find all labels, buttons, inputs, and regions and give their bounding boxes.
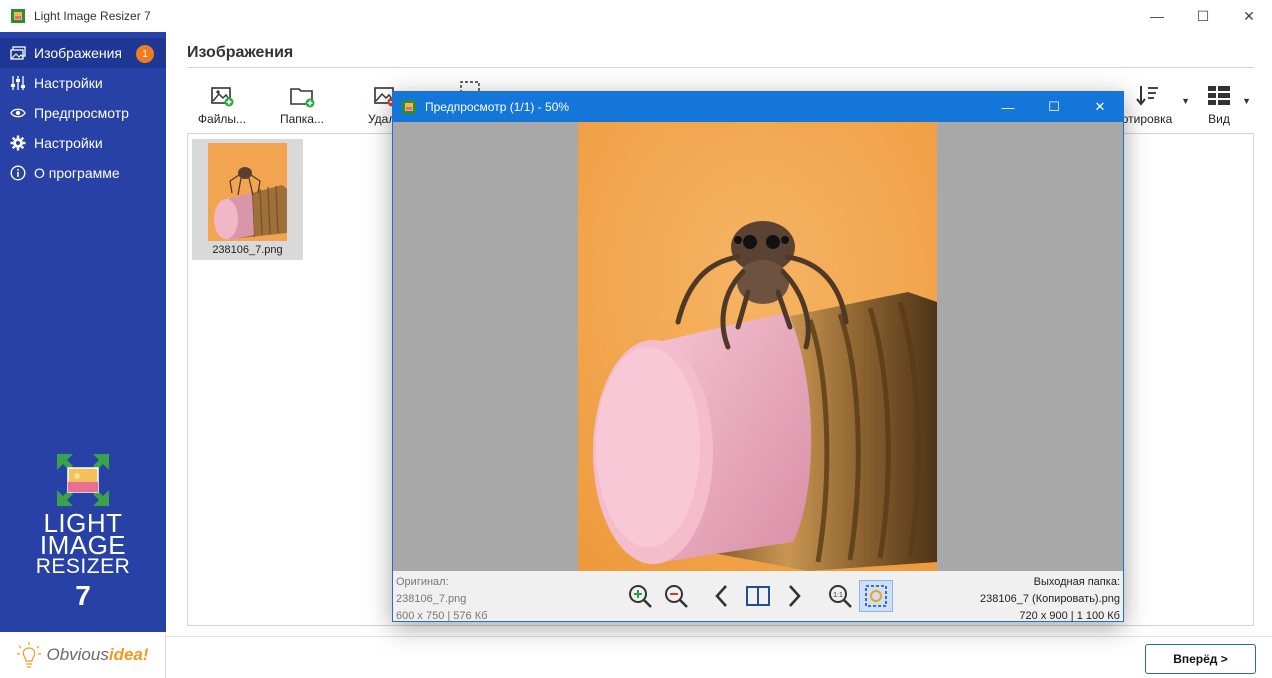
svg-text:1:1: 1:1: [833, 592, 843, 599]
original-info: Оригинал: 238106_7.png 600 x 750 | 576 К…: [396, 574, 487, 625]
next-image-button[interactable]: [777, 580, 811, 612]
logo-line-2: IMAGE: [39, 530, 127, 560]
chevron-down-icon[interactable]: ▼: [1181, 96, 1190, 106]
sidebar-item-settings[interactable]: Настройки: [0, 68, 166, 98]
add-files-button[interactable]: Файлы...: [187, 80, 257, 126]
zoom-out-button[interactable]: [659, 580, 693, 612]
info-icon: [9, 165, 26, 182]
chevron-down-icon[interactable]: ▼: [1242, 96, 1251, 106]
sidebar-item-label: Предпросмотр: [34, 105, 129, 121]
add-folder-button[interactable]: Папка...: [267, 80, 337, 126]
toolbar-label: Папка...: [280, 112, 324, 126]
thumbnail-image: [208, 143, 287, 241]
sidebar-item-preview[interactable]: Предпросмотр: [0, 98, 166, 128]
compare-view-button[interactable]: [741, 580, 775, 612]
sidebar-item-label: Настройки: [34, 75, 103, 91]
preview-titlebar: Предпросмотр (1/1) - 50% — ☐ ✕: [393, 92, 1123, 122]
previous-image-button[interactable]: [705, 580, 739, 612]
output-info: Выходная папка: 238106_7 (Копировать).pn…: [980, 574, 1120, 625]
preview-dialog: Предпросмотр (1/1) - 50% — ☐ ✕ Оригинал:…: [392, 91, 1124, 622]
original-dimensions: 600 x 750 | 576 Кб: [396, 610, 488, 622]
sidebar: Изображения 1 Настройки Предпросмотр Нас…: [0, 32, 166, 678]
original-filename: 238106_7.png: [396, 593, 467, 605]
preview-image: [578, 122, 937, 571]
chevron-left-icon: [715, 585, 727, 607]
view-list-icon: [1208, 86, 1230, 105]
fit-to-window-button[interactable]: [859, 580, 893, 612]
lightbulb-icon: [17, 642, 42, 668]
product-logo: LIGHT IMAGE RESIZER 7: [0, 452, 166, 612]
images-count-badge: 1: [136, 45, 154, 63]
brand-prefix: Obvious: [46, 645, 109, 664]
zoom-in-icon: [629, 585, 652, 608]
add-folder-icon: [290, 88, 315, 108]
preview-canvas[interactable]: [393, 122, 1123, 571]
sidebar-item-images[interactable]: Изображения 1: [0, 38, 166, 68]
toolbar-label: ртировка: [1121, 112, 1173, 126]
actual-size-button[interactable]: 1:1: [823, 580, 857, 612]
add-image-icon: [211, 87, 234, 107]
output-filename: 238106_7 (Копировать).png: [980, 593, 1120, 605]
obviousidea-brand[interactable]: Obviousidea!: [0, 632, 166, 678]
image-thumbnail[interactable]: 238106_7.png: [192, 139, 303, 260]
preview-footer: Оригинал: 238106_7.png 600 x 750 | 576 К…: [393, 571, 1123, 622]
sidebar-item-preferences[interactable]: Настройки: [0, 128, 166, 158]
window-controls: — ☐ ✕: [1134, 0, 1272, 32]
fit-window-icon: [865, 585, 887, 607]
output-dimensions: 720 x 900 | 1 100 Кб: [1019, 610, 1120, 622]
output-label: Выходная папка:: [1033, 576, 1120, 588]
preview-title: Предпросмотр (1/1) - 50%: [425, 100, 570, 114]
resize-logo-icon: [55, 452, 111, 508]
bottom-bar: Вперёд >: [166, 636, 1272, 678]
sidebar-item-label: Изображения: [34, 45, 122, 61]
preview-minimize-button[interactable]: —: [985, 92, 1031, 122]
sidebar-item-label: Настройки: [34, 135, 103, 151]
view-button[interactable]: Вид ▼: [1199, 80, 1251, 126]
preview-tools: 1:1: [623, 579, 895, 613]
images-icon: [9, 45, 26, 62]
zoom-out-icon: [665, 585, 688, 608]
original-label: Оригинал:: [396, 576, 449, 588]
window-title: Light Image Resizer 7: [34, 9, 151, 23]
preview-window-controls: — ☐ ✕: [985, 92, 1123, 122]
thumbnail-filename: 238106_7.png: [212, 244, 283, 256]
app-icon: [402, 100, 416, 114]
toolbar-label: Файлы...: [197, 112, 247, 126]
zoom-actual-size-icon: 1:1: [829, 585, 852, 608]
sidebar-item-about[interactable]: О программе: [0, 158, 166, 188]
zoom-in-button[interactable]: [623, 580, 657, 612]
forward-button[interactable]: Вперёд >: [1145, 644, 1256, 674]
brand-text: Obviousidea!: [46, 645, 148, 665]
app-icon: [11, 9, 25, 23]
toolbar-label: Вид: [1208, 112, 1230, 126]
sidebar-item-label: О программе: [34, 165, 120, 181]
preview-close-button[interactable]: ✕: [1077, 92, 1123, 122]
minimize-button[interactable]: —: [1134, 0, 1180, 32]
maximize-button[interactable]: ☐: [1180, 0, 1226, 32]
logo-version: 7: [75, 580, 91, 611]
sliders-icon: [9, 75, 26, 92]
split-view-icon: [746, 586, 770, 606]
brand-suffix: idea!: [108, 645, 149, 664]
logo-line-3: RESIZER: [35, 555, 131, 578]
sort-icon: [1136, 86, 1158, 106]
eye-icon: [9, 105, 26, 122]
close-button[interactable]: ✕: [1226, 0, 1272, 32]
page-title: Изображения: [187, 44, 294, 61]
chevron-right-icon: [789, 585, 801, 607]
preview-maximize-button[interactable]: ☐: [1031, 92, 1077, 122]
title-divider: [187, 67, 1254, 68]
window-titlebar: Light Image Resizer 7 — ☐ ✕: [0, 0, 1272, 32]
gear-icon: [9, 135, 26, 152]
